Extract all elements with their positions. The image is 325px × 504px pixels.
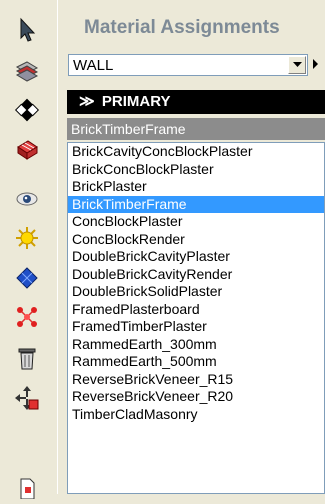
checker-material-icon	[14, 98, 40, 122]
brick-material-icon	[17, 140, 38, 160]
document-button[interactable]	[10, 472, 44, 504]
checker-material-button[interactable]	[10, 94, 44, 126]
material-assignments-panel: Material Assignments WALL ≫ PRIMARY Bric…	[64, 0, 325, 494]
sun-light-icon	[16, 227, 38, 249]
toolbar-divider	[57, 0, 58, 494]
list-item[interactable]: FramedPlasterboard	[68, 301, 324, 319]
list-item[interactable]: RammedEarth_500mm	[68, 353, 324, 371]
list-item[interactable]: DoubleBrickSolidPlaster	[68, 283, 324, 301]
list-item[interactable]: TimberCladMasonry	[68, 406, 324, 424]
list-item[interactable]: ReverseBrickVeneer_R15	[68, 371, 324, 389]
list-item[interactable]: BrickConcBlockPlaster	[68, 161, 324, 179]
layers-material-button[interactable]	[10, 56, 44, 88]
list-item[interactable]: ConcBlockRender	[68, 231, 324, 249]
toolbar	[0, 0, 58, 499]
move-button[interactable]	[10, 382, 44, 414]
section-header[interactable]: ≫ PRIMARY	[67, 90, 325, 114]
list-item[interactable]: ReverseBrickVeneer_R20	[68, 388, 324, 406]
panel-title: Material Assignments	[84, 17, 280, 38]
element-type-value: WALL	[73, 57, 114, 74]
material-list[interactable]: BrickCavityConcBlockPlaster BrickConcBloc…	[67, 142, 325, 494]
pointer-tool-button[interactable]	[10, 14, 44, 46]
list-item[interactable]: BrickPlaster	[68, 178, 324, 196]
element-type-select[interactable]: WALL	[68, 54, 308, 76]
list-item[interactable]: DoubleBrickCavityPlaster	[68, 248, 324, 266]
move-arrows-icon	[15, 386, 39, 410]
layers-material-icon	[15, 61, 39, 82]
section-header-label: PRIMARY	[101, 93, 171, 110]
list-item[interactable]: DoubleBrickCavityRender	[68, 266, 324, 284]
brick-material-button[interactable]	[10, 134, 44, 166]
visibility-button[interactable]	[10, 183, 44, 215]
list-item[interactable]: RammedEarth_300mm	[68, 336, 324, 354]
eye-visibility-icon	[16, 192, 38, 206]
light-button[interactable]	[10, 222, 44, 254]
double-chevron-icon: ≫	[79, 93, 95, 110]
trash-bin-icon	[18, 348, 36, 370]
document-icon	[20, 478, 35, 499]
node-network-icon	[17, 307, 37, 327]
list-item[interactable]: BrickCavityConcBlockPlaster	[68, 143, 324, 161]
list-item[interactable]: BrickTimberFrame	[68, 195, 324, 213]
list-item[interactable]: ConcBlockPlaster	[68, 213, 324, 231]
blue-tile-material-button[interactable]	[10, 262, 44, 294]
dropdown-button[interactable]	[288, 56, 306, 74]
pointer-icon	[20, 17, 36, 42]
chevron-down-icon	[292, 62, 302, 67]
delete-button[interactable]	[10, 342, 44, 374]
blue-tile-material-icon	[16, 267, 38, 289]
list-item[interactable]: FramedTimberPlaster	[68, 318, 324, 336]
node-network-button[interactable]	[10, 301, 44, 333]
current-material-field[interactable]: BrickTimberFrame	[67, 118, 325, 140]
expand-arrow-icon[interactable]	[313, 59, 318, 69]
